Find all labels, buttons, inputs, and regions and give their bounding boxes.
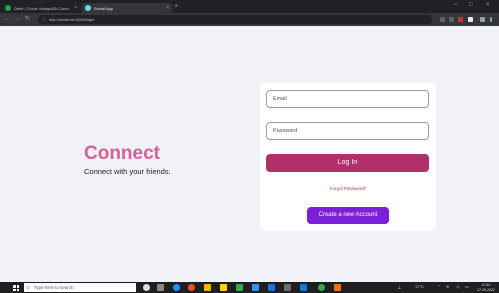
tab-mongodb[interactable]: Debit | Cloud: MongoDB Cloud × <box>2 3 80 13</box>
react-icon <box>85 5 91 11</box>
tab-title: Social App <box>94 5 113 11</box>
create-account-button[interactable]: Create a new Account <box>307 207 389 224</box>
brand-title: Connect <box>84 143 160 164</box>
search-icon: ⌕ <box>27 284 30 291</box>
star-icon[interactable] <box>449 17 454 22</box>
reload-icon[interactable]: ↻ <box>25 15 30 24</box>
forward-icon[interactable]: → <box>14 15 20 24</box>
tab-title: Debit | Cloud: MongoDB Cloud <box>14 5 69 11</box>
chrome-icon[interactable] <box>318 284 325 291</box>
store-icon[interactable] <box>252 284 259 291</box>
browser-tab-bar: Debit | Cloud: MongoDB Cloud × Social Ap… <box>0 0 499 13</box>
extension-icon[interactable] <box>458 17 463 22</box>
taskbar: ⌕ Type here to search ⟂ 17°C ⌃ ≋ ◁ ▭ 10:… <box>0 282 499 293</box>
new-tab-button[interactable]: + <box>174 3 178 11</box>
brand-subtitle: Connect with your friends. <box>84 167 171 176</box>
menu-icon[interactable] <box>490 17 492 22</box>
windows-start-icon[interactable] <box>13 285 19 291</box>
clock-date: 17-09-2022 <box>477 287 495 292</box>
password-field[interactable]: Password <box>266 122 429 140</box>
network-icon[interactable]: ⟂ <box>398 284 401 289</box>
settings-icon[interactable] <box>284 284 291 291</box>
wifi-icon[interactable]: ≋ <box>446 284 449 289</box>
maximize-icon[interactable]: □ <box>469 2 473 8</box>
forgot-password-link[interactable]: Forgot Password? <box>260 186 436 191</box>
close-icon[interactable]: × <box>166 5 169 11</box>
profile-icon[interactable] <box>468 17 473 22</box>
close-icon[interactable]: × <box>74 5 77 11</box>
share-icon[interactable] <box>440 17 445 22</box>
browser-toolbar: ← → ↻ ⓘ http://localhost:3000/login <box>0 13 499 26</box>
puzzle-icon[interactable] <box>480 17 485 22</box>
tray-chevron-icon[interactable]: ⌃ <box>437 284 440 289</box>
vscode-icon[interactable] <box>300 284 307 291</box>
info-icon[interactable]: ⓘ <box>42 17 46 23</box>
back-icon[interactable]: ← <box>4 15 10 24</box>
address-bar[interactable]: ⓘ http://localhost:3000/login <box>38 15 432 24</box>
taskbar-search-input[interactable]: ⌕ Type here to search <box>24 283 136 292</box>
task-view-icon[interactable] <box>157 284 164 291</box>
app-icon[interactable] <box>334 284 341 291</box>
mail-icon[interactable] <box>268 284 275 291</box>
tab-social-app[interactable]: Social App × <box>82 3 172 13</box>
file-explorer-icon[interactable] <box>204 284 211 291</box>
taskbar-clock[interactable]: 10:40 17-09-2022 <box>477 283 495 292</box>
login-button[interactable]: Log In <box>266 154 429 172</box>
email-field[interactable]: Email <box>266 90 429 108</box>
minimize-icon[interactable]: – <box>454 2 457 8</box>
brave-icon[interactable] <box>188 284 195 291</box>
cortana-icon[interactable] <box>143 284 150 291</box>
folder-icon[interactable] <box>220 284 227 291</box>
url-text: http://localhost:3000/login <box>49 17 95 22</box>
weather-temperature[interactable]: 17°C <box>415 284 424 289</box>
search-placeholder: Type here to search <box>33 285 74 290</box>
battery-icon[interactable]: ▭ <box>465 284 469 289</box>
volume-icon[interactable]: ◁ <box>456 284 459 289</box>
mongodb-leaf-icon <box>5 5 11 11</box>
login-card: Email Password Log In Forgot Password? C… <box>260 83 436 231</box>
close-window-icon[interactable]: × <box>486 2 490 8</box>
spotify-icon[interactable] <box>236 284 243 291</box>
edge-icon[interactable] <box>173 284 180 291</box>
